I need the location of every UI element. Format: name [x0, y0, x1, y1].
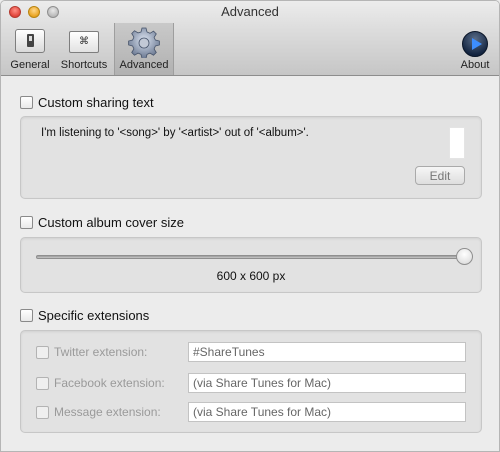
tab-advanced-label: Advanced	[119, 59, 169, 71]
facebook-extension-option[interactable]: Facebook extension:	[36, 376, 165, 390]
command-key-icon: ⌘	[69, 31, 99, 53]
custom-cover-size-label: Custom album cover size	[38, 215, 184, 230]
facebook-extension-label: Facebook extension:	[54, 376, 165, 390]
facebook-extension-checkbox[interactable]	[36, 376, 49, 390]
tab-about[interactable]: About	[451, 23, 499, 75]
specific-extensions-label: Specific extensions	[38, 308, 150, 323]
twitter-extension-label: Twitter extension:	[54, 345, 148, 359]
cover-size-slider-knob[interactable]	[455, 248, 473, 265]
extensions-group: Twitter extension: Facebook extension: M…	[20, 330, 482, 433]
toolbar: Advanced General ⌘ Shortcuts Advanced Ab…	[1, 1, 499, 76]
edit-button[interactable]: Edit	[415, 166, 465, 185]
custom-sharing-text-checkbox[interactable]	[20, 96, 33, 109]
cover-size-slider-track[interactable]	[36, 255, 464, 259]
message-extension-field[interactable]	[188, 402, 466, 422]
tab-shortcuts[interactable]: ⌘ Shortcuts	[56, 23, 112, 75]
window-title: Advanced	[221, 4, 279, 19]
custom-sharing-text-label: Custom sharing text	[38, 95, 154, 110]
sharing-text-scrollbar[interactable]	[449, 127, 465, 159]
twitter-extension-option[interactable]: Twitter extension:	[36, 345, 147, 359]
tab-advanced[interactable]: Advanced	[114, 23, 174, 75]
twitter-extension-checkbox[interactable]	[36, 345, 49, 359]
sharing-text-template: I'm listening to '<song>' by '<artist>' …	[41, 127, 309, 139]
custom-cover-size-option[interactable]: Custom album cover size	[20, 215, 184, 230]
cover-size-value: 600 x 600 px	[216, 269, 286, 283]
message-extension-label: Message extension:	[54, 405, 161, 419]
tab-shortcuts-label: Shortcuts	[60, 59, 108, 71]
switch-icon	[15, 29, 45, 53]
custom-cover-size-checkbox[interactable]	[20, 216, 33, 229]
facebook-extension-field[interactable]	[188, 373, 466, 393]
twitter-extension-field[interactable]	[188, 342, 466, 362]
preferences-window: Advanced General ⌘ Shortcuts Advanced Ab…	[0, 0, 500, 452]
tab-general-label: General	[10, 59, 50, 71]
sharing-text-group: I'm listening to '<song>' by '<artist>' …	[20, 116, 482, 199]
tab-about-label: About	[460, 59, 490, 71]
gear-icon	[128, 27, 160, 58]
message-extension-option[interactable]: Message extension:	[36, 405, 161, 419]
tab-general[interactable]: General	[7, 23, 53, 75]
custom-sharing-text-option[interactable]: Custom sharing text	[20, 95, 154, 110]
cover-size-group: 600 x 600 px	[20, 237, 482, 293]
message-extension-checkbox[interactable]	[36, 405, 49, 419]
specific-extensions-option[interactable]: Specific extensions	[20, 308, 149, 323]
play-icon	[462, 31, 488, 57]
specific-extensions-checkbox[interactable]	[20, 309, 33, 322]
